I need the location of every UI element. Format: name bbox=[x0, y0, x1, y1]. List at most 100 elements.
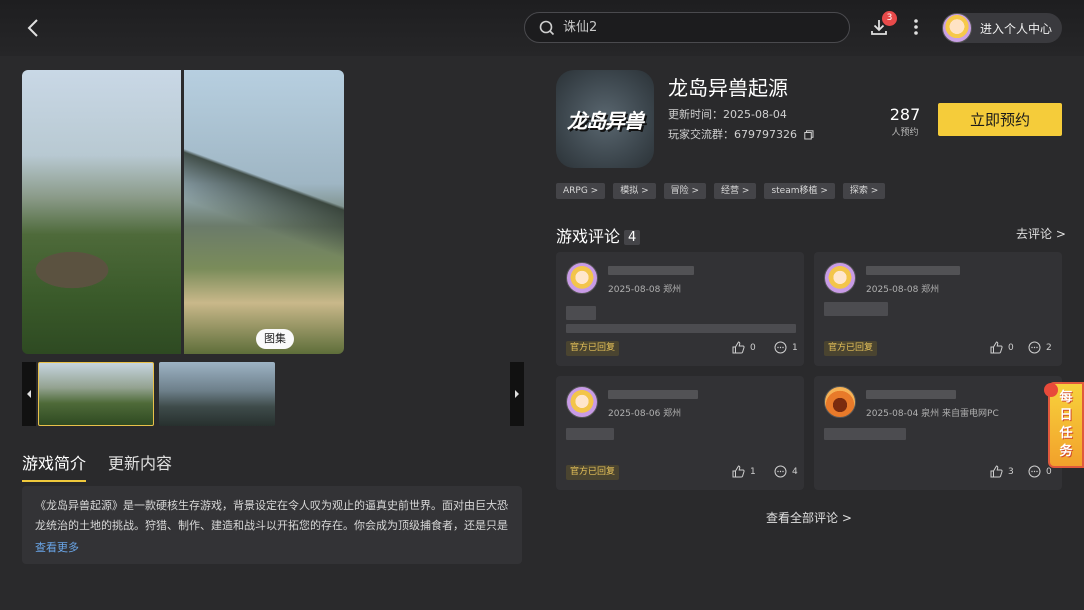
daily-task-char: 每 bbox=[1059, 390, 1073, 405]
profile-center-button[interactable]: 进入个人中心 bbox=[942, 13, 1062, 43]
view-all-reviews-link[interactable]: 查看全部评论 > bbox=[766, 509, 852, 526]
profile-label: 进入个人中心 bbox=[980, 21, 1053, 36]
comment-button[interactable]: 1 bbox=[774, 341, 798, 354]
reviews-count: 4 bbox=[624, 230, 641, 245]
comment-icon bbox=[1028, 465, 1041, 478]
review-meta: 2025-08-08 郑州 bbox=[866, 285, 940, 295]
tag-steam-port[interactable]: steam移植 > bbox=[764, 183, 835, 199]
tab-intro[interactable]: 游戏简介 bbox=[22, 450, 87, 482]
comment-button[interactable]: 4 bbox=[774, 465, 798, 478]
thumbs-up-icon bbox=[990, 465, 1003, 478]
more-options-icon[interactable] bbox=[906, 16, 926, 38]
comment-icon bbox=[1028, 341, 1041, 354]
tag-adventure[interactable]: 冒险 > bbox=[663, 183, 707, 199]
review-card[interactable]: 2025-08-06 郑州 官方已回复 1 4 bbox=[556, 376, 804, 490]
avatar bbox=[566, 262, 598, 294]
reviews-heading: 游戏评论 4 bbox=[556, 223, 641, 247]
like-button[interactable]: 1 bbox=[732, 465, 756, 478]
game-title: 龙岛异兽起源 bbox=[668, 76, 788, 100]
caret-left-icon bbox=[27, 390, 31, 398]
comment-icon bbox=[774, 341, 787, 354]
official-reply-badge: 官方已回复 bbox=[566, 341, 620, 356]
description-text: 《龙岛异兽起源》是一款硬核生存游戏，背景设定在令人叹为观止的逼真史前世界。面对由… bbox=[35, 499, 508, 532]
comment-button[interactable]: 0 bbox=[1028, 465, 1052, 478]
review-meta: 2025-08-06 郑州 bbox=[608, 409, 682, 419]
thumbnail-2[interactable] bbox=[159, 362, 275, 426]
thumbs-up-icon bbox=[732, 465, 745, 478]
review-meta: 2025-08-04 泉州 来自雷电网PC bbox=[866, 409, 999, 419]
blurred-username bbox=[608, 390, 698, 399]
download-badge: 3 bbox=[882, 11, 897, 26]
comment-button[interactable]: 2 bbox=[1028, 341, 1052, 354]
comment-count: 2 bbox=[1046, 342, 1052, 353]
reserve-label: 人预约 bbox=[891, 128, 919, 138]
blurred-content bbox=[824, 302, 888, 316]
gallery-label[interactable]: 图集 bbox=[256, 329, 294, 349]
like-button[interactable]: 0 bbox=[732, 341, 756, 354]
like-count: 0 bbox=[1008, 342, 1014, 353]
tag-list: ARPG > 模拟 > 冒险 > 经营 > steam移植 > 探索 > bbox=[556, 183, 893, 199]
thumbnail-prev-button[interactable] bbox=[22, 362, 36, 426]
description-box: 《龙岛异兽起源》是一款硬核生存游戏，背景设定在令人叹为观止的逼真史前世界。面对由… bbox=[22, 486, 522, 564]
blurred-content bbox=[566, 306, 596, 320]
screenshot-gallery[interactable]: 图集 bbox=[22, 70, 344, 354]
official-reply-badge: 官方已回复 bbox=[566, 465, 620, 480]
view-more-link[interactable]: 查看更多 bbox=[35, 539, 79, 555]
like-count: 1 bbox=[750, 466, 756, 477]
like-button[interactable]: 0 bbox=[990, 341, 1014, 354]
tag-management[interactable]: 经营 > bbox=[714, 183, 757, 199]
comment-count: 4 bbox=[792, 466, 798, 477]
comment-icon bbox=[774, 465, 787, 478]
gallery-image-2[interactable] bbox=[184, 70, 344, 354]
search-icon bbox=[539, 20, 555, 35]
blurred-content bbox=[566, 428, 614, 440]
thumbs-up-icon bbox=[990, 341, 1003, 354]
like-button[interactable]: 3 bbox=[990, 465, 1014, 478]
daily-task-char: 务 bbox=[1059, 444, 1073, 459]
copy-icon[interactable] bbox=[803, 130, 814, 140]
search-input[interactable] bbox=[563, 20, 823, 35]
game-icon: 龙岛异兽 bbox=[556, 70, 654, 168]
thumbnail-strip bbox=[22, 362, 524, 426]
thumbnail-1[interactable] bbox=[38, 362, 154, 426]
avatar bbox=[566, 386, 598, 418]
blurred-content bbox=[566, 324, 796, 333]
player-group: 玩家交流群：679797326 bbox=[668, 126, 814, 142]
info-tabs: 游戏简介 更新内容 bbox=[22, 450, 194, 482]
back-icon[interactable] bbox=[20, 14, 48, 42]
game-logo-text: 龙岛异兽 bbox=[567, 108, 644, 133]
thumbs-up-icon bbox=[732, 341, 745, 354]
blurred-username bbox=[608, 266, 694, 275]
daily-task-char: 日 bbox=[1059, 408, 1073, 423]
tag-simulation[interactable]: 模拟 > bbox=[613, 183, 656, 199]
blurred-username bbox=[866, 266, 960, 275]
official-reply-badge: 官方已回复 bbox=[824, 341, 878, 356]
gallery-image-1[interactable] bbox=[22, 70, 181, 354]
review-card[interactable]: 2025-08-08 郑州 官方已回复 0 2 bbox=[814, 252, 1062, 366]
tag-exploration[interactable]: 探索 > bbox=[842, 183, 886, 199]
notification-dot bbox=[1044, 383, 1058, 397]
caret-right-icon bbox=[515, 390, 519, 398]
reserve-count: 287 bbox=[889, 105, 921, 124]
review-card[interactable]: 2025-08-08 郑州 官方已回复 0 1 bbox=[556, 252, 804, 366]
like-count: 0 bbox=[750, 342, 756, 353]
avatar bbox=[824, 262, 856, 294]
tab-updates[interactable]: 更新内容 bbox=[108, 450, 172, 482]
top-bar: 3 进入个人中心 bbox=[0, 0, 1084, 56]
tag-arpg[interactable]: ARPG > bbox=[556, 183, 606, 199]
blurred-username bbox=[866, 390, 956, 399]
thumbnail-next-button[interactable] bbox=[510, 362, 524, 426]
daily-task-char: 任 bbox=[1059, 426, 1073, 441]
comment-count: 1 bbox=[792, 342, 798, 353]
like-count: 3 bbox=[1008, 466, 1014, 477]
avatar bbox=[824, 386, 856, 418]
reserve-button[interactable]: 立即预约 bbox=[938, 103, 1062, 136]
reviews-title: 游戏评论 bbox=[556, 227, 621, 246]
update-time: 更新时间：2025-08-04 bbox=[668, 108, 787, 121]
review-meta: 2025-08-08 郑州 bbox=[608, 285, 682, 295]
review-card[interactable]: 2025-08-04 泉州 来自雷电网PC 3 0 bbox=[814, 376, 1062, 490]
avatar bbox=[942, 13, 972, 43]
player-group-text: 玩家交流群：679797326 bbox=[668, 128, 797, 141]
search-bar[interactable] bbox=[524, 12, 850, 43]
go-review-link[interactable]: 去评论 > bbox=[1016, 225, 1066, 242]
